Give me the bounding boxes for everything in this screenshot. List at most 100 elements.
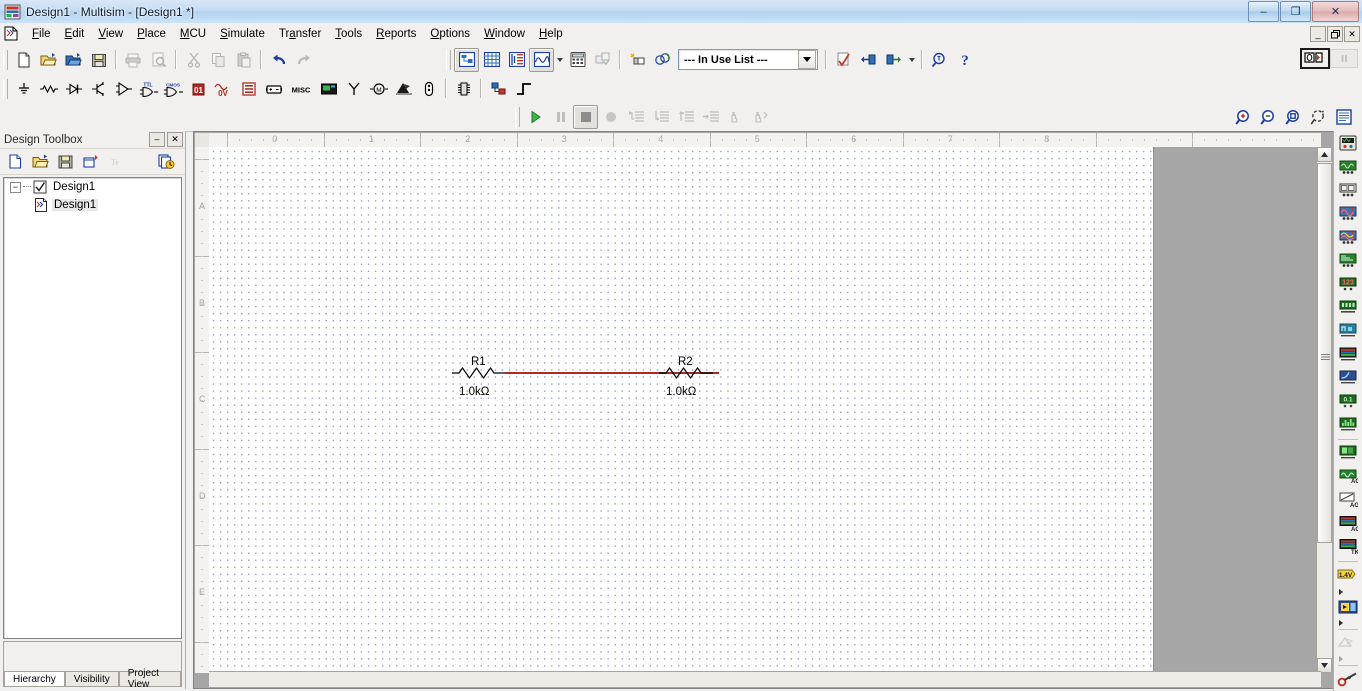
design-toolbox-close-button[interactable]: ✕: [167, 132, 183, 147]
in-use-list-dropdown-button[interactable]: [798, 50, 816, 69]
open-sheet-icon[interactable]: [28, 150, 53, 174]
tree-node-design-root[interactable]: − Design1: [4, 178, 181, 196]
horizontal-scrollbar[interactable]: [209, 671, 1321, 687]
resume-icon[interactable]: [748, 105, 773, 129]
design-toolbox-tab-hierarchy[interactable]: Hierarchy: [4, 671, 65, 686]
components-toolbar-grip[interactable]: [3, 79, 8, 99]
run-simulation-icon[interactable]: [523, 105, 548, 129]
place-rf-icon[interactable]: [341, 77, 366, 101]
resistor-r2-refdes[interactable]: R2: [678, 356, 693, 368]
current-probe-icon[interactable]: [1335, 668, 1361, 690]
toggle-spreadsheet-view-icon[interactable]: [479, 48, 504, 72]
cut-icon[interactable]: [181, 48, 206, 72]
measurement-probe-icon[interactable]: 1.4V: [1335, 564, 1361, 586]
postprocessor-icon[interactable]: [565, 48, 590, 72]
zoom-in-icon[interactable]: [1231, 105, 1256, 129]
redo-icon[interactable]: [291, 48, 316, 72]
zoom-full-icon[interactable]: [1331, 105, 1356, 129]
place-ttl-icon[interactable]: TTL: [136, 77, 161, 101]
minimize-button[interactable]: –: [1248, 1, 1279, 22]
refresh-icon[interactable]: [154, 150, 179, 174]
electrical-rules-check-icon[interactable]: [590, 48, 615, 72]
design-toolbox-tab-visibility[interactable]: Visibility: [65, 671, 119, 686]
word-generator-icon[interactable]: [1335, 297, 1361, 319]
multimeter-icon[interactable]: [1335, 133, 1361, 155]
open-file-icon[interactable]: [36, 48, 61, 72]
print-preview-icon[interactable]: [146, 48, 171, 72]
check-icon[interactable]: [831, 48, 856, 72]
copy-icon[interactable]: [206, 48, 231, 72]
place-basic-icon[interactable]: [36, 77, 61, 101]
run-to-cursor-icon[interactable]: [698, 105, 723, 129]
resistor-r1-refdes[interactable]: R1: [471, 356, 486, 368]
help-search-icon[interactable]: [927, 48, 952, 72]
zoom-out-icon[interactable]: [1256, 105, 1281, 129]
in-use-list-combo[interactable]: --- In Use List ---: [678, 49, 818, 70]
four-channel-oscilloscope-icon[interactable]: [1335, 227, 1361, 249]
place-source-icon[interactable]: [11, 77, 36, 101]
sim-toolbar-grip[interactable]: [515, 107, 520, 127]
zoom-fit-icon[interactable]: [1306, 105, 1331, 129]
resistor-r1[interactable]: [452, 366, 506, 380]
spectrum-analyzer-icon[interactable]: [1335, 414, 1361, 436]
step-into-icon[interactable]: [623, 105, 648, 129]
menu-place[interactable]: Place: [130, 26, 173, 42]
show-comment-icon[interactable]: [1300, 48, 1330, 69]
maximize-restore-button[interactable]: ❐: [1280, 1, 1311, 22]
labview-instruments-icon[interactable]: [1335, 595, 1361, 617]
labview-instruments-dropdown-caret[interactable]: [1334, 619, 1362, 627]
logic-analyzer-icon[interactable]: [1335, 344, 1361, 366]
vertical-scrollbar-thumb[interactable]: [1317, 163, 1332, 543]
resistor-r2[interactable]: [659, 366, 713, 380]
menu-transfer[interactable]: Transfer: [272, 26, 328, 42]
mdi-restore-button[interactable]: [1327, 26, 1343, 42]
undo-icon[interactable]: [266, 48, 291, 72]
help-icon[interactable]: ?: [952, 48, 977, 72]
grapher-icon[interactable]: [529, 48, 554, 72]
design-hierarchy-tree[interactable]: − Design1 Design1: [3, 177, 182, 639]
network-analyzer-icon[interactable]: [1335, 442, 1361, 464]
menu-window[interactable]: Window: [477, 26, 532, 42]
place-misc-icon[interactable]: MISC: [286, 77, 316, 101]
step-over-icon[interactable]: [648, 105, 673, 129]
place-cmos-icon[interactable]: CMOS: [161, 77, 186, 101]
menu-mcu[interactable]: MCU: [173, 26, 213, 42]
menu-options[interactable]: Options: [423, 26, 477, 42]
menu-reports[interactable]: Reports: [369, 26, 423, 42]
document-system-icon[interactable]: [3, 26, 19, 41]
wattmeter-icon[interactable]: [1335, 180, 1361, 202]
save-sheet-icon[interactable]: [53, 150, 78, 174]
function-generator-icon[interactable]: [1335, 156, 1361, 178]
in-use-list-refresh-icon[interactable]: [650, 48, 675, 72]
vertical-scrollbar[interactable]: [1316, 147, 1332, 673]
close-button[interactable]: ✕: [1312, 1, 1359, 22]
open-design-icon[interactable]: [61, 48, 86, 72]
back-annotate-icon[interactable]: [856, 48, 881, 72]
place-bus-icon[interactable]: [511, 77, 536, 101]
place-ni-component-icon[interactable]: [391, 77, 416, 101]
measurement-probe-dropdown-caret[interactable]: [1334, 588, 1362, 596]
stop-simulation-icon[interactable]: [573, 105, 598, 129]
menu-edit[interactable]: Edit: [58, 26, 92, 42]
ni-elvis-icon[interactable]: [1335, 632, 1361, 654]
menu-view[interactable]: View: [91, 26, 130, 42]
menu-tools[interactable]: Tools: [328, 26, 369, 42]
record-icon[interactable]: [598, 105, 623, 129]
place-hierarchical-block-icon[interactable]: [486, 77, 511, 101]
pause-at-icon[interactable]: [723, 105, 748, 129]
place-misc-digital-icon[interactable]: 01: [186, 77, 211, 101]
zoom-area-icon[interactable]: [1281, 105, 1306, 129]
resistor-r2-value[interactable]: 1.0kΩ: [666, 386, 696, 398]
frequency-counter-icon[interactable]: 123: [1335, 273, 1361, 295]
design-toolbox-tab-project-view[interactable]: Project View: [119, 671, 181, 686]
tree-expander-icon[interactable]: −: [10, 182, 21, 193]
menu-file[interactable]: FFileile: [25, 26, 58, 42]
print-icon[interactable]: [121, 48, 146, 72]
pause-simulation-icon[interactable]: [548, 105, 573, 129]
schematic-canvas[interactable]: R1 1.0kΩ R2 1.0kΩ: [209, 147, 1154, 673]
place-connectors-icon[interactable]: [416, 77, 441, 101]
step-out-icon[interactable]: [673, 105, 698, 129]
place-indicator-icon[interactable]: [236, 77, 261, 101]
save-icon[interactable]: [86, 48, 111, 72]
place-electromechanical-icon[interactable]: M: [366, 77, 391, 101]
